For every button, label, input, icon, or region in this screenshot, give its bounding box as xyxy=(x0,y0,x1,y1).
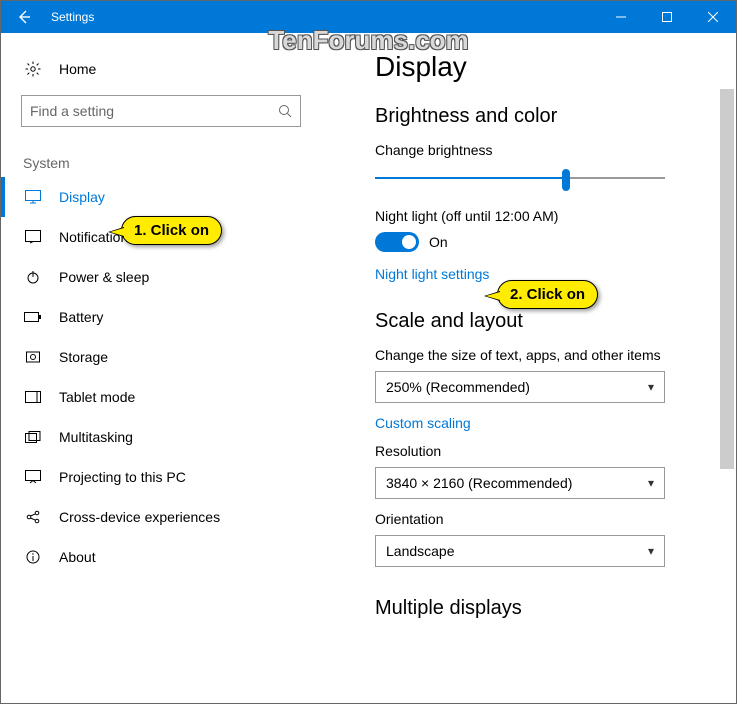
search-input[interactable]: Find a setting xyxy=(21,95,301,127)
gear-icon xyxy=(23,61,43,77)
resolution-value: 3840 × 2160 (Recommended) xyxy=(386,475,572,491)
section-scale: Scale and layout xyxy=(375,310,716,333)
titlebar: Settings xyxy=(1,1,736,33)
home-link[interactable]: Home xyxy=(1,53,311,85)
section-multiple: Multiple displays xyxy=(375,597,716,620)
nav-label: Display xyxy=(59,189,105,205)
orientation-select[interactable]: Landscape ▾ xyxy=(375,535,665,567)
arrow-left-icon xyxy=(16,9,32,25)
home-label: Home xyxy=(59,61,96,77)
toggle-knob xyxy=(402,235,416,249)
nav-label: Battery xyxy=(59,309,103,325)
info-icon xyxy=(23,550,43,564)
chevron-down-icon: ▾ xyxy=(648,544,654,558)
tablet-icon xyxy=(23,391,43,403)
nav-about[interactable]: About xyxy=(1,537,311,577)
brightness-label: Change brightness xyxy=(375,142,716,158)
resolution-label: Resolution xyxy=(375,443,716,459)
night-light-label: Night light (off until 12:00 AM) xyxy=(375,208,716,224)
multitask-icon xyxy=(23,431,43,443)
page-title: Display xyxy=(375,51,716,83)
nav-power[interactable]: Power & sleep xyxy=(1,257,311,297)
orientation-value: Landscape xyxy=(386,543,455,559)
brightness-slider[interactable] xyxy=(375,166,665,190)
nav-label: Power & sleep xyxy=(59,269,149,285)
callout-1: 1. Click on xyxy=(121,216,222,245)
content-area: Home Find a setting System Display Notif… xyxy=(1,33,736,703)
project-icon xyxy=(23,470,43,484)
search-icon xyxy=(278,104,292,118)
scale-label: Change the size of text, apps, and other… xyxy=(375,347,716,363)
nav-label: Cross-device experiences xyxy=(59,509,220,525)
back-button[interactable] xyxy=(1,1,47,33)
battery-icon xyxy=(23,312,43,322)
orientation-label: Orientation xyxy=(375,511,716,527)
nav-label: Storage xyxy=(59,349,108,365)
resolution-select[interactable]: 3840 × 2160 (Recommended) ▾ xyxy=(375,467,665,499)
chevron-down-icon: ▾ xyxy=(648,476,654,490)
minimize-button[interactable] xyxy=(598,1,644,33)
chevron-down-icon: ▾ xyxy=(648,380,654,394)
nav-label: Multitasking xyxy=(59,429,133,445)
slider-thumb[interactable] xyxy=(562,169,570,191)
sidebar: Home Find a setting System Display Notif… xyxy=(1,33,311,703)
search-placeholder: Find a setting xyxy=(30,103,114,119)
nav-display[interactable]: Display xyxy=(1,177,311,217)
custom-scaling-link[interactable]: Custom scaling xyxy=(375,415,471,431)
category-label: System xyxy=(1,141,311,177)
window-title: Settings xyxy=(51,10,94,24)
nav-label: About xyxy=(59,549,96,565)
scrollbar-thumb[interactable] xyxy=(720,89,734,469)
close-icon xyxy=(708,12,718,22)
power-icon xyxy=(23,270,43,284)
notification-icon xyxy=(23,230,43,244)
callout-1-text: 1. Click on xyxy=(134,222,209,239)
monitor-icon xyxy=(23,190,43,204)
minimize-icon xyxy=(616,12,626,22)
night-light-settings-link[interactable]: Night light settings xyxy=(375,266,489,282)
maximize-icon xyxy=(662,12,672,22)
window-controls xyxy=(598,1,736,33)
share-icon xyxy=(23,510,43,524)
nav-projecting[interactable]: Projecting to this PC xyxy=(1,457,311,497)
scale-value: 250% (Recommended) xyxy=(386,379,530,395)
scale-select[interactable]: 250% (Recommended) ▾ xyxy=(375,371,665,403)
nav-battery[interactable]: Battery xyxy=(1,297,311,337)
nav-tablet[interactable]: Tablet mode xyxy=(1,377,311,417)
night-light-toggle[interactable] xyxy=(375,232,419,252)
close-button[interactable] xyxy=(690,1,736,33)
night-light-state: On xyxy=(429,234,448,250)
main-panel: Display Brightness and color Change brig… xyxy=(311,33,736,703)
callout-2-text: 2. Click on xyxy=(510,286,585,303)
section-brightness: Brightness and color xyxy=(375,105,716,128)
storage-icon xyxy=(23,350,43,364)
nav-storage[interactable]: Storage xyxy=(1,337,311,377)
nav-multitasking[interactable]: Multitasking xyxy=(1,417,311,457)
nav-label: Projecting to this PC xyxy=(59,469,186,485)
nav-cross-device[interactable]: Cross-device experiences xyxy=(1,497,311,537)
slider-fill xyxy=(375,177,566,179)
nav-label: Tablet mode xyxy=(59,389,135,405)
maximize-button[interactable] xyxy=(644,1,690,33)
callout-2: 2. Click on xyxy=(497,280,598,309)
